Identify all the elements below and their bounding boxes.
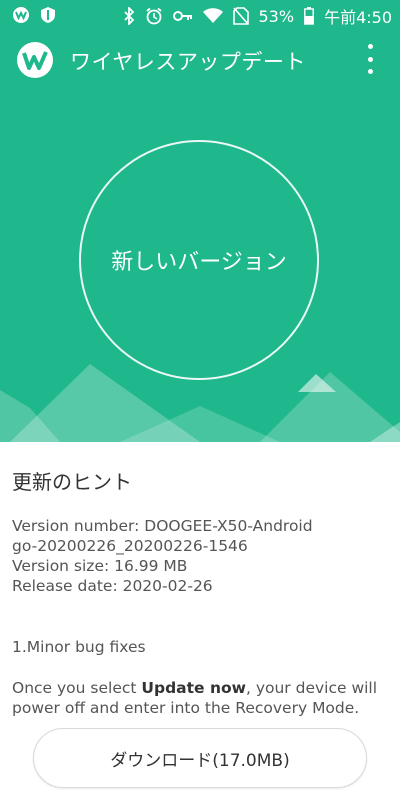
app-title: ワイヤレスアップデート: [70, 50, 306, 74]
no-sim-icon: [232, 7, 249, 25]
version-size: Version size: 16.99 MB: [12, 557, 188, 575]
release-date: Release date: 2020-02-26: [12, 577, 213, 595]
hero-banner: 新しいバージョン: [0, 90, 400, 442]
battery-percentage: 53%: [258, 6, 295, 26]
version-status-circle: 新しいバージョン: [79, 140, 319, 380]
bluetooth-icon: [123, 7, 134, 25]
download-button[interactable]: ダウンロード(17.0MB): [33, 728, 367, 788]
more-options-button[interactable]: [362, 44, 378, 74]
battery-icon: [304, 7, 314, 25]
mountains-decoration: [0, 364, 400, 442]
wifi-icon: [202, 8, 223, 23]
clock: 午前4:50: [324, 8, 392, 27]
download-button-label: ダウンロード(17.0MB): [110, 750, 290, 771]
shield-icon: [41, 7, 55, 23]
app-logo-icon: [13, 7, 29, 23]
version-info: Version number: DOOGEE-X50-Android go-20…: [12, 516, 313, 596]
more-vert-icon: [367, 44, 373, 49]
status-left-icons: [12, 6, 56, 24]
note-prefix: Once you select: [12, 679, 142, 697]
recovery-note: Once you select Update now, your device …: [12, 678, 388, 718]
app-logo-icon: [17, 42, 53, 78]
app-bar: ワイヤレスアップデート: [0, 30, 400, 90]
note-bold: Update now: [141, 679, 246, 697]
alarm-icon: [145, 7, 162, 25]
status-bar: 53% 午前4:50: [0, 0, 400, 30]
version-number-line2: go-20200226_20200226-1546: [12, 537, 248, 555]
changelog-item: 1.Minor bug fixes: [12, 638, 146, 656]
key-icon: [172, 11, 192, 21]
status-right-icons: 53% 午前4:50: [123, 4, 392, 28]
version-status-text: 新しいバージョン: [111, 250, 287, 275]
section-title: 更新のヒント: [12, 470, 132, 494]
version-number-line1: Version number: DOOGEE-X50-Android: [12, 517, 313, 535]
